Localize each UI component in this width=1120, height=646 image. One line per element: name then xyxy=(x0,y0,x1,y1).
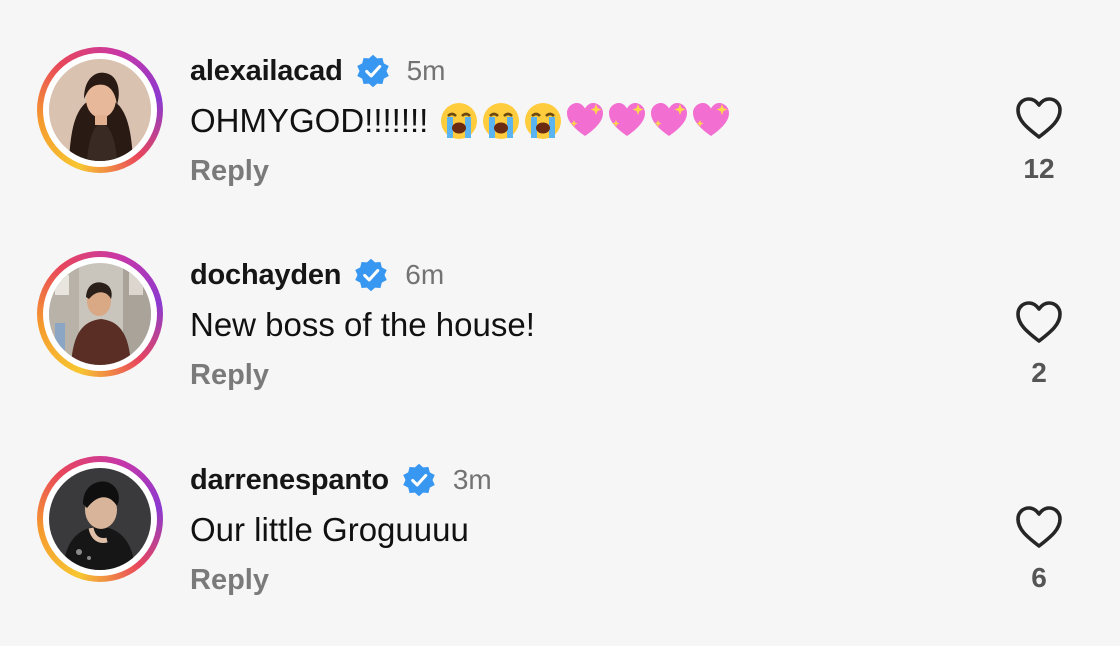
like-count: 2 xyxy=(1031,357,1047,388)
comment-item: dochayden 6m New boss of the house! Repl… xyxy=(0,251,1120,441)
verified-badge-icon xyxy=(403,463,435,497)
username[interactable]: alexailacad xyxy=(190,55,343,88)
comment-text: New boss of the house! xyxy=(190,306,535,343)
reply-button[interactable]: Reply xyxy=(190,359,269,392)
avatar xyxy=(49,263,151,365)
comment-item: darrenespanto 3m Our little Groguuuu Rep… xyxy=(0,456,1120,646)
comment-text: OHMYGOD!!!!!!! xyxy=(190,99,732,143)
username[interactable]: darrenespanto xyxy=(190,464,389,497)
verified-badge-icon xyxy=(356,54,389,88)
sparkling-heart-icon xyxy=(609,103,646,136)
comment-timestamp: 3m xyxy=(452,464,492,495)
comment-timestamp: 5m xyxy=(406,55,446,86)
reply-button[interactable]: Reply xyxy=(190,155,269,188)
sparkling-heart-icon xyxy=(693,103,730,136)
avatar-story-ring[interactable] xyxy=(37,456,163,582)
avatar-story-ring[interactable] xyxy=(37,47,163,173)
loudly-crying-face-icon xyxy=(441,103,478,139)
loudly-crying-face-icon xyxy=(525,103,562,139)
comment-timestamp: 6m xyxy=(405,259,445,290)
sparkling-heart-icon xyxy=(567,103,604,136)
sparkling-heart-icon xyxy=(651,103,688,136)
avatar xyxy=(49,59,151,161)
like-count: 12 xyxy=(1023,153,1055,184)
heart-outline-icon[interactable] xyxy=(1014,95,1064,141)
avatar xyxy=(49,468,151,570)
emoji-row xyxy=(438,100,732,142)
username[interactable]: dochayden xyxy=(190,259,341,292)
loudly-crying-face-icon xyxy=(483,103,520,139)
heart-outline-icon[interactable] xyxy=(1014,299,1064,345)
comment-text-content: OHMYGOD!!!!!!! xyxy=(190,102,429,139)
heart-outline-icon[interactable] xyxy=(1014,504,1064,550)
comment-text: Our little Groguuuu xyxy=(190,511,469,548)
avatar-story-ring[interactable] xyxy=(37,251,163,377)
verified-badge-icon xyxy=(355,258,388,292)
comment-item: alexailacad 5m OHMYGOD!!!!!!! Reply 12 xyxy=(0,47,1120,237)
reply-button[interactable]: Reply xyxy=(190,564,269,597)
like-count: 6 xyxy=(1031,562,1047,593)
